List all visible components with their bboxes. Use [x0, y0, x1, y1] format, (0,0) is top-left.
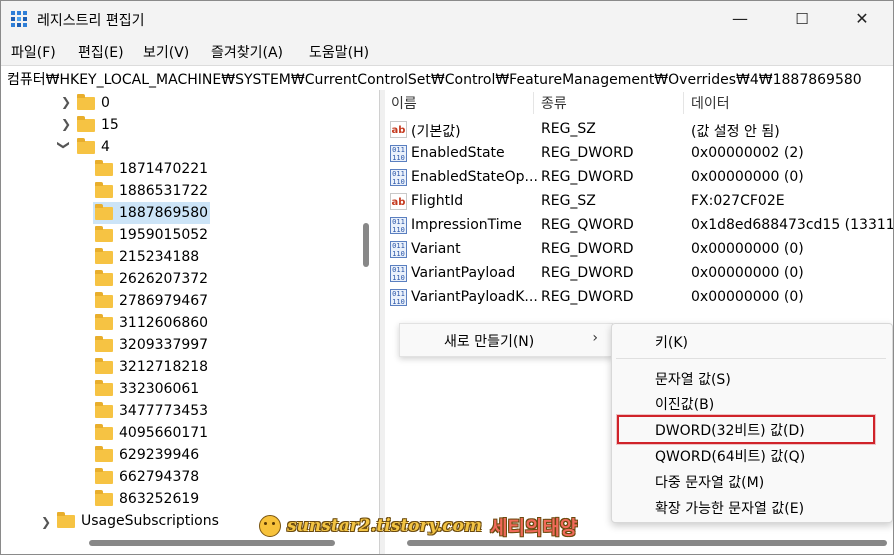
window-title: 레지스트리 편집기	[37, 13, 145, 29]
folder-icon	[95, 225, 113, 242]
folder-icon	[95, 313, 113, 330]
minimize-button[interactable]: —	[717, 1, 763, 37]
chevron-right-icon: ›	[592, 330, 598, 346]
folder-icon	[95, 423, 113, 440]
binary-value-icon: 011 110	[390, 169, 407, 186]
tree-item-15[interactable]: 15	[77, 114, 119, 136]
menu-file[interactable]: 파일(F)	[11, 42, 56, 62]
folder-icon	[77, 137, 95, 154]
binary-value-icon: 011 110	[390, 289, 407, 306]
tree-item-4[interactable]: 4	[77, 136, 110, 158]
tree-item-subkey[interactable]: 2626207372	[95, 268, 208, 290]
menu-bar: 파일(F) 편집(E) 보기(V) 즐겨찾기(A) 도움말(H)	[1, 37, 893, 65]
folder-icon	[95, 335, 113, 352]
column-header-data[interactable]: 데이터	[691, 93, 730, 113]
registry-app-icon	[11, 11, 27, 27]
watermark: sunstar2.tistory.com 세티의태양	[259, 513, 577, 539]
menu-item-string-value[interactable]: 문자열 값(S)	[655, 369, 731, 389]
tree-item-subkey[interactable]: 3209337997	[95, 334, 208, 356]
tree-item-subkey[interactable]: 3112606860	[95, 312, 208, 334]
tree-horizontal-scrollbar[interactable]	[89, 540, 335, 546]
value-row[interactable]: 011 110 VariantPayloadK... REG_DWORD 0x00…	[385, 286, 893, 310]
folder-icon	[95, 357, 113, 374]
folder-icon	[95, 401, 113, 418]
folder-open-icon	[95, 203, 113, 220]
menu-help[interactable]: 도움말(H)	[309, 42, 369, 62]
column-divider[interactable]	[683, 92, 684, 114]
value-row[interactable]: 011 110 VariantPayload REG_DWORD 0x000000…	[385, 262, 893, 286]
tree-item-subkey[interactable]: 629239946	[95, 444, 199, 466]
folder-icon	[95, 379, 113, 396]
menu-item-binary-value[interactable]: 이진값(B)	[655, 394, 714, 414]
maximize-button[interactable]: ☐	[779, 1, 825, 37]
binary-value-icon: 011 110	[390, 265, 407, 282]
folder-icon	[57, 511, 75, 528]
chevron-right-icon[interactable]: ❯	[61, 95, 71, 109]
watermark-brand: 세티의태양	[490, 516, 578, 539]
tree-item-subkey[interactable]: 1871470221	[95, 158, 208, 180]
tree-item-0[interactable]: 0	[77, 92, 110, 114]
folder-icon	[95, 159, 113, 176]
key-tree[interactable]: ❯ 0 ❯ 15 ❯ 4 1871470221 1886531722 18878…	[1, 90, 379, 554]
string-value-icon: ab	[390, 193, 407, 210]
watermark-site: sunstar2.tistory.com	[287, 516, 482, 536]
chevron-right-icon[interactable]: ❯	[41, 515, 51, 529]
tree-vertical-scrollbar[interactable]	[363, 223, 369, 267]
folder-icon	[95, 269, 113, 286]
chevron-down-icon[interactable]: ❯	[57, 140, 71, 150]
chevron-right-icon[interactable]: ❯	[61, 117, 71, 131]
column-header-type[interactable]: 종류	[541, 93, 567, 113]
tree-item-subkey[interactable]: 1959015052	[95, 224, 208, 246]
menu-item-expandable-string-value[interactable]: 확장 가능한 문자열 값(E)	[655, 498, 804, 518]
value-row[interactable]: ab (기본값) REG_SZ (값 설정 안 됨)	[385, 118, 893, 142]
folder-icon	[95, 467, 113, 484]
tree-item-subkey[interactable]: 3212718218	[95, 356, 208, 378]
folder-icon	[95, 445, 113, 462]
list-horizontal-scrollbar[interactable]	[407, 540, 887, 546]
context-menu: 새로 만들기(N) ›	[399, 323, 613, 357]
value-row[interactable]: ab FlightId REG_SZ FX:027CF02E	[385, 190, 893, 214]
menu-favorites[interactable]: 즐겨찾기(A)	[211, 42, 283, 62]
tree-item-usage-subscriptions[interactable]: UsageSubscriptions	[57, 510, 219, 532]
folder-icon	[77, 115, 95, 132]
tree-item-subkey[interactable]: 4095660171	[95, 422, 208, 444]
tree-item-subkey[interactable]: 1886531722	[95, 180, 208, 202]
smiley-face-icon	[259, 515, 281, 537]
menu-item-qword-value[interactable]: QWORD(64비트) 값(Q)	[655, 446, 805, 466]
menu-edit[interactable]: 편집(E)	[78, 42, 124, 62]
folder-icon	[77, 93, 95, 110]
tree-item-selected[interactable]: 1887869580	[93, 202, 211, 224]
menu-item-new[interactable]: 새로 만들기(N)	[444, 331, 534, 351]
registry-editor-window: 레지스트리 편집기 — ☐ ✕ 파일(F) 편집(E) 보기(V) 즐겨찾기(A…	[0, 0, 894, 555]
menu-divider	[616, 358, 886, 359]
folder-icon	[95, 291, 113, 308]
binary-value-icon: 011 110	[390, 145, 407, 162]
tree-item-subkey[interactable]: 662794378	[95, 466, 199, 488]
folder-icon	[95, 181, 113, 198]
column-header-name[interactable]: 이름	[391, 93, 417, 113]
value-row[interactable]: 011 110 EnabledState REG_DWORD 0x00000002…	[385, 142, 893, 166]
title-bar: 레지스트리 편집기 — ☐ ✕	[1, 1, 893, 37]
value-row[interactable]: 011 110 Variant REG_DWORD 0x00000000 (0)	[385, 238, 893, 262]
binary-value-icon: 011 110	[390, 217, 407, 234]
binary-value-icon: 011 110	[390, 241, 407, 258]
folder-icon	[95, 489, 113, 506]
value-row[interactable]: 011 110 ImpressionTime REG_QWORD 0x1d8ed6…	[385, 214, 893, 238]
string-value-icon: ab	[390, 121, 407, 138]
tree-item-subkey[interactable]: 863252619	[95, 488, 199, 510]
folder-icon	[95, 247, 113, 264]
tree-item-subkey[interactable]: 3477773453	[95, 400, 208, 422]
close-button[interactable]: ✕	[839, 1, 885, 37]
address-bar[interactable]: 컴퓨터₩HKEY_LOCAL_MACHINE₩SYSTEM₩CurrentCon…	[1, 65, 893, 91]
column-divider[interactable]	[533, 92, 534, 114]
menu-item-key[interactable]: 키(K)	[655, 332, 688, 352]
tree-item-subkey[interactable]: 2786979467	[95, 290, 208, 312]
value-row[interactable]: 011 110 EnabledStateOp... REG_DWORD 0x000…	[385, 166, 893, 190]
address-path[interactable]: 컴퓨터₩HKEY_LOCAL_MACHINE₩SYSTEM₩CurrentCon…	[7, 69, 862, 89]
tree-item-subkey[interactable]: 215234188	[95, 246, 199, 268]
menu-view[interactable]: 보기(V)	[143, 42, 189, 62]
highlight-box	[617, 415, 875, 444]
menu-item-multi-string-value[interactable]: 다중 문자열 값(M)	[655, 472, 764, 492]
tree-item-subkey[interactable]: 332306061	[95, 378, 199, 400]
